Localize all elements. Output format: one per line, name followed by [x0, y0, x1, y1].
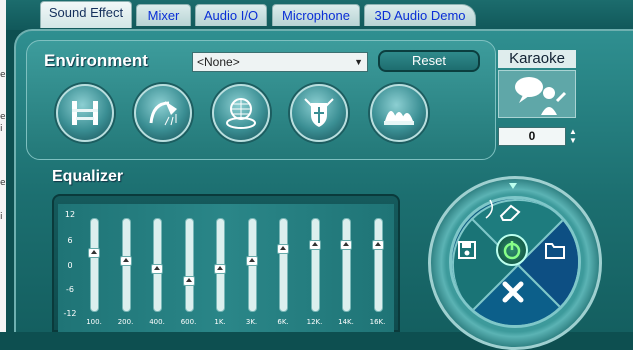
eq-slider-knob[interactable] — [371, 240, 384, 251]
tab-mixer[interactable]: Mixer — [136, 4, 191, 26]
bathroom-icon — [72, 101, 98, 125]
strip-char: e — [0, 178, 6, 188]
preset-opera-house-button[interactable] — [370, 84, 428, 142]
eraser-button[interactable] — [497, 202, 521, 222]
eq-band-label: 600. — [180, 318, 197, 326]
eq-y-tick: 12 — [64, 210, 76, 219]
tab-sound-effect[interactable]: Sound Effect — [40, 1, 132, 28]
eq-slider-knob[interactable] — [277, 244, 289, 255]
eq-y-tick: -12 — [63, 309, 77, 318]
eq-band-label: 12K. — [306, 318, 323, 326]
eq-slider-track[interactable] — [279, 218, 288, 312]
environment-selected-value: <None> — [197, 55, 240, 69]
preset-stadium-button[interactable] — [212, 84, 270, 142]
save-button[interactable] — [457, 240, 477, 260]
karaoke-button[interactable] — [498, 70, 576, 118]
eq-slider-track[interactable] — [90, 218, 99, 312]
eq-slider-knob[interactable] — [151, 263, 163, 274]
curve-icon — [485, 199, 493, 219]
reset-button[interactable]: Reset — [378, 50, 480, 72]
eq-slider-track[interactable] — [342, 218, 351, 312]
eq-band-label: 400. — [149, 318, 165, 326]
preset-shower-button[interactable] — [134, 84, 192, 142]
eq-slider-track[interactable] — [184, 218, 194, 312]
eraser-icon — [499, 204, 521, 221]
chevron-down-icon[interactable]: ▼ — [354, 53, 363, 71]
curve-handle[interactable] — [484, 198, 498, 220]
tab-3d-audio-demo[interactable]: 3D Audio Demo — [364, 4, 476, 26]
eq-band-label: 6K. — [277, 318, 289, 326]
preset-bathroom-button[interactable] — [56, 84, 114, 142]
eq-band-label: 16K. — [369, 318, 386, 326]
karaoke-title: Karaoke — [498, 50, 576, 68]
environment-title: Environment — [44, 51, 148, 70]
spin-up-icon[interactable]: ▲ — [567, 127, 579, 136]
shield-swords-icon — [304, 98, 334, 127]
eq-slider-track[interactable] — [310, 218, 320, 312]
background-window-strip: e e i e i — [0, 0, 6, 332]
tab-microphone[interactable]: Microphone — [272, 4, 360, 26]
karaoke-spinner[interactable]: ▲ ▼ — [567, 127, 579, 146]
eq-slider-knob[interactable] — [308, 240, 321, 251]
power-button[interactable] — [496, 234, 528, 266]
strip-char: e — [0, 112, 6, 122]
strip-char: i — [0, 212, 3, 222]
opera-house-icon — [384, 111, 414, 125]
strip-char: i — [0, 124, 3, 134]
karaoke-singer-icon — [515, 77, 567, 115]
open-folder-button[interactable] — [544, 240, 566, 260]
ring-top-arrow-icon — [509, 176, 517, 189]
eq-slider-knob[interactable] — [119, 256, 132, 267]
save-disk-icon — [458, 241, 476, 259]
eq-slider-knob[interactable] — [245, 256, 258, 267]
eq-band-label: 200. — [117, 318, 134, 326]
strip-char: e — [0, 70, 6, 80]
eq-slider-track[interactable] — [373, 218, 383, 312]
eq-band-label: 3K. — [245, 318, 258, 326]
eq-slider-knob[interactable] — [340, 240, 352, 251]
close-icon — [502, 281, 524, 303]
preset-arena-button[interactable] — [290, 84, 348, 142]
tab-audio-io[interactable]: Audio I/O — [195, 4, 267, 26]
karaoke-value-input[interactable]: 0 — [498, 127, 566, 146]
shower-icon — [149, 101, 177, 126]
eq-slider-knob[interactable] — [214, 263, 226, 274]
eq-y-tick: -6 — [66, 285, 74, 294]
eq-y-tick: 0 — [67, 261, 73, 270]
eq-band-label: 14K. — [338, 318, 354, 326]
stadium-icon — [226, 98, 256, 129]
eq-slider-knob[interactable] — [88, 248, 100, 259]
eq-band-label: 100. — [86, 318, 102, 326]
eq-band-label: 1K. — [214, 318, 226, 326]
power-icon — [503, 241, 521, 260]
spin-down-icon[interactable]: ▼ — [567, 136, 579, 145]
environment-select[interactable]: <None> ▼ — [192, 52, 368, 72]
eq-slider-knob[interactable] — [182, 275, 195, 286]
close-button[interactable] — [500, 280, 526, 304]
equalizer-title: Equalizer — [52, 168, 124, 185]
folder-icon — [545, 243, 565, 259]
eq-y-tick: 6 — [67, 236, 73, 245]
